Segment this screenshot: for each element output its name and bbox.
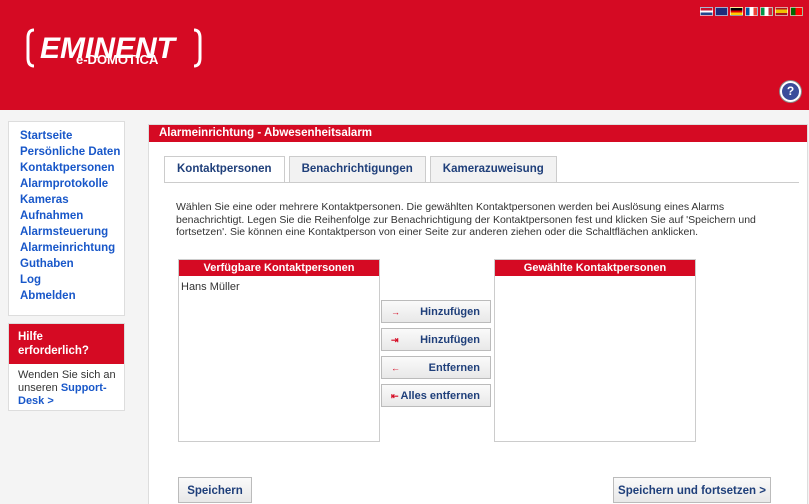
support-link-line1[interactable]: Support- <box>61 382 107 394</box>
instructions-text: Wählen Sie eine oder mehrere Kontaktpers… <box>176 201 756 238</box>
flag-it-icon[interactable] <box>760 7 773 16</box>
tab-divider <box>164 182 799 183</box>
available-contacts-header: Verfügbare Kontaktpersonen <box>179 260 379 276</box>
support-link-line2[interactable]: Desk > <box>18 395 54 407</box>
sidebar-item-aufnahmen[interactable]: Aufnahmen <box>20 208 124 224</box>
arrow-left-icon: ← <box>391 363 400 373</box>
add-all-button-label: Hinzufügen <box>420 334 480 346</box>
list-item[interactable]: Hans Müller <box>179 276 379 293</box>
arrow-right-icon: → <box>391 307 400 317</box>
flag-nl-icon[interactable] <box>700 7 713 16</box>
header: EMINENT e-DOMOTICA ? <box>0 0 809 110</box>
sidebar-item-kameras[interactable]: Kameras <box>20 192 124 208</box>
main-panel: Alarmeinrichtung - Abwesenheitsalarm Kon… <box>148 124 808 504</box>
help-box-title: Hilfe erforderlich? <box>9 324 124 364</box>
flag-fr-icon[interactable] <box>745 7 758 16</box>
flag-uk-icon[interactable] <box>715 7 728 16</box>
sidebar-item-log[interactable]: Log <box>20 272 124 288</box>
tab-benachrichtigungen[interactable]: Benachrichtigungen <box>288 156 426 183</box>
help-title-line2: erforderlich? <box>18 345 89 357</box>
save-button[interactable]: Speichern <box>178 477 252 503</box>
flag-pt-icon[interactable] <box>790 7 803 16</box>
product-name: e-DOMOTICA <box>76 52 159 67</box>
help-title-line1: Hilfe <box>18 331 43 343</box>
sidebar-item-persoenliche-daten[interactable]: Persönliche Daten <box>20 144 124 160</box>
add-all-button[interactable]: ⇥ Hinzufügen <box>381 328 491 351</box>
arrow-left-bar-icon: ⇤ <box>391 391 399 401</box>
sidebar-item-startseite[interactable]: Startseite <box>20 128 124 144</box>
sidebar-item-abmelden[interactable]: Abmelden <box>20 288 124 304</box>
help-box: Hilfe erforderlich? Wenden Sie sich an u… <box>8 323 125 411</box>
remove-all-button[interactable]: ⇤ Alles entfernen <box>381 384 491 407</box>
page-title: Alarmeinrichtung - Abwesenheitsalarm <box>149 125 807 142</box>
remove-button[interactable]: ← Entfernen <box>381 356 491 379</box>
sidebar-item-alarmprotokolle[interactable]: Alarmprotokolle <box>20 176 124 192</box>
sidebar-item-kontaktpersonen[interactable]: Kontaktpersonen <box>20 160 124 176</box>
arrow-right-bar-icon: ⇥ <box>391 335 399 345</box>
remove-button-label: Entfernen <box>428 362 480 374</box>
selected-contacts-header: Gewählte Kontaktpersonen <box>495 260 695 276</box>
tab-bar: Kontaktpersonen Benachrichtigungen Kamer… <box>164 156 557 183</box>
sidebar-item-guthaben[interactable]: Guthaben <box>20 256 124 272</box>
add-button[interactable]: → Hinzufügen <box>381 300 491 323</box>
help-box-text: Wenden Sie sich an unseren Support- Desk … <box>9 364 124 408</box>
add-button-label: Hinzufügen <box>420 306 480 318</box>
tab-kontaktpersonen[interactable]: Kontaktpersonen <box>164 156 285 183</box>
remove-all-button-label: Alles entfernen <box>400 390 480 402</box>
save-and-continue-button[interactable]: Speichern und fortsetzen > <box>613 477 771 503</box>
sidebar-item-alarmsteuerung[interactable]: Alarmsteuerung <box>20 224 124 240</box>
language-flags <box>700 7 803 16</box>
sidebar-menu: Startseite Persönliche Daten Kontaktpers… <box>8 121 125 316</box>
flag-es-icon[interactable] <box>775 7 788 16</box>
help-icon[interactable]: ? <box>780 81 801 102</box>
sidebar-item-alarmeinrichtung[interactable]: Alarmeinrichtung <box>20 240 124 256</box>
flag-de-icon[interactable] <box>730 7 743 16</box>
tab-kamerazuweisung[interactable]: Kamerazuweisung <box>429 156 557 183</box>
selected-contacts-list[interactable]: Gewählte Kontaktpersonen <box>494 259 696 442</box>
available-contacts-list[interactable]: Verfügbare Kontaktpersonen Hans Müller <box>178 259 380 442</box>
